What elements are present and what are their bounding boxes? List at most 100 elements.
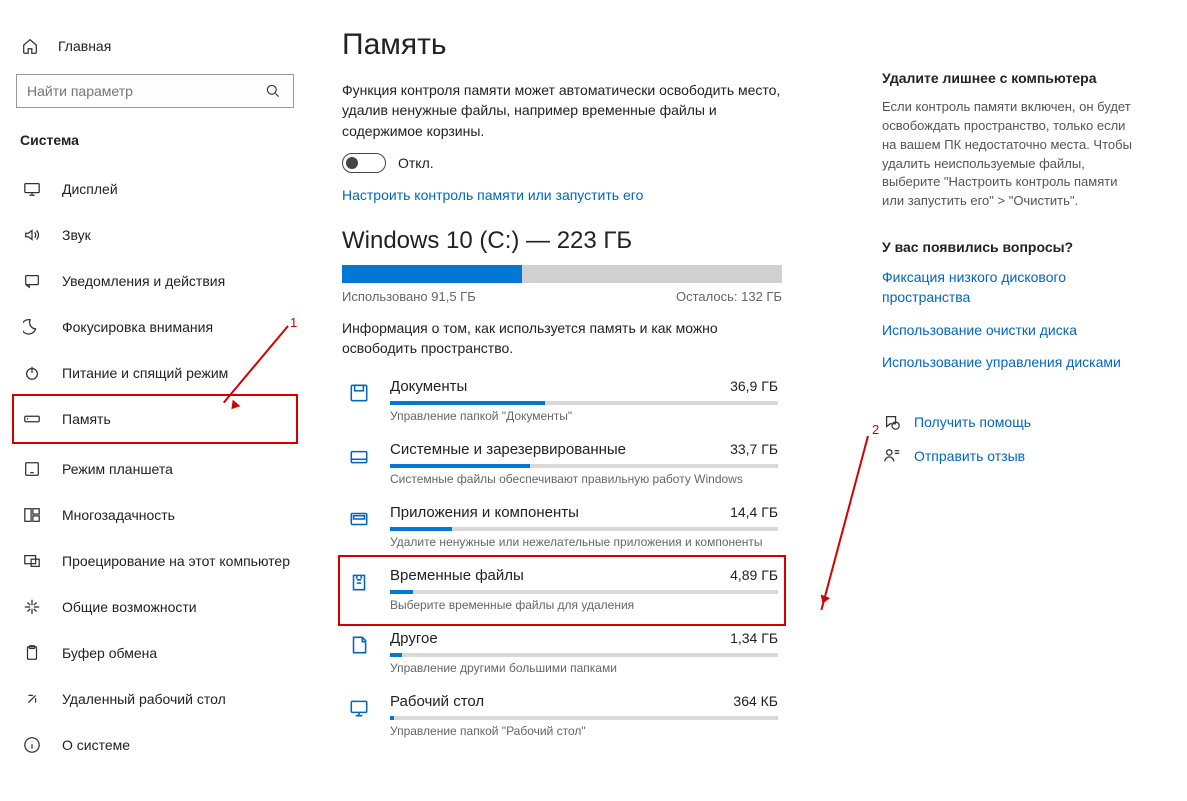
sound-icon — [22, 225, 42, 245]
category-size: 14,4 ГБ — [730, 504, 778, 520]
storage-category-row[interactable]: Временные файлы 4,89 ГБ Выберите временные… — [342, 559, 782, 622]
help-icon — [882, 412, 902, 432]
category-title: Приложения и компоненты — [390, 504, 579, 521]
storage-category-row[interactable]: Рабочий стол 364 КБ Управление папкой "Раб… — [342, 685, 782, 748]
category-size: 36,9 ГБ — [730, 378, 778, 394]
aside-panel: Удалите лишнее с компьютера Если контрол… — [882, 28, 1142, 793]
category-icon — [346, 695, 372, 721]
moon-icon — [22, 317, 42, 337]
category-icon — [346, 569, 372, 595]
annotation-label-2: 2 — [872, 422, 879, 437]
category-bar — [390, 590, 778, 594]
category-icon — [346, 506, 372, 532]
sidebar-item-label: Проецирование на этот компьютер — [62, 553, 290, 569]
category-subtitle: Управление папкой "Рабочий стол" — [390, 724, 778, 738]
category-icon — [346, 632, 372, 658]
feedback-icon — [882, 446, 902, 466]
home-icon — [20, 36, 40, 56]
sidebar-item-display[interactable]: Дисплей — [14, 166, 296, 212]
sidebar-item-sound[interactable]: Звук — [14, 212, 296, 258]
search-input[interactable] — [27, 83, 263, 99]
sidebar-item-label: О системе — [62, 737, 130, 753]
sidebar-item-shared[interactable]: Общие возможности — [14, 584, 296, 630]
search-box[interactable] — [16, 74, 294, 108]
storage-category-row[interactable]: Системные и зарезервированные 33,7 ГБ Сист… — [342, 433, 782, 496]
group-title: Система — [14, 126, 296, 166]
sidebar-item-label: Уведомления и действия — [62, 273, 225, 289]
storage-category-row[interactable]: Другое 1,34 ГБ Управление другими большими… — [342, 622, 782, 685]
category-title: Другое — [390, 630, 438, 647]
drive-header: Windows 10 (C:) — 223 ГБ — [342, 227, 842, 255]
search-icon — [263, 81, 283, 101]
category-title: Временные файлы — [390, 567, 524, 584]
storage-category-row[interactable]: Документы 36,9 ГБ Управление папкой "Докум… — [342, 370, 782, 433]
page-title: Память — [342, 28, 842, 62]
sidebar-item-power[interactable]: Питание и спящий режим — [14, 350, 296, 396]
sidebar-item-label: Многозадачность — [62, 507, 175, 523]
category-bar — [390, 653, 778, 657]
get-help-label: Получить помощь — [914, 414, 1031, 430]
storage-sense-toggle[interactable] — [342, 153, 386, 173]
sidebar-item-label: Память — [62, 411, 111, 427]
category-subtitle: Удалите ненужные или нежелательные прило… — [390, 535, 778, 549]
sidebar-item-label: Удаленный рабочий стол — [62, 691, 226, 707]
power-icon — [22, 363, 42, 383]
category-title: Рабочий стол — [390, 693, 484, 710]
storage-bar-fill — [342, 265, 522, 283]
category-icon — [346, 380, 372, 406]
category-bar — [390, 401, 778, 405]
help-link-disk-cleanup[interactable]: Использование очистки диска — [882, 320, 1142, 340]
sidebar-item-label: Режим планшета — [62, 461, 173, 477]
storage-bar — [342, 265, 782, 283]
sidebar-item-remote[interactable]: Удаленный рабочий стол — [14, 676, 296, 722]
category-bar — [390, 716, 778, 720]
sidebar-item-label: Питание и спящий режим — [62, 365, 228, 381]
category-size: 4,89 ГБ — [730, 567, 778, 583]
tip-text: Если контроль памяти включен, он будет о… — [882, 98, 1142, 211]
sidebar-item-about[interactable]: О системе — [14, 722, 296, 768]
info-icon — [22, 735, 42, 755]
category-subtitle: Управление другими большими папками — [390, 661, 778, 675]
get-help-link[interactable]: Получить помощь — [882, 412, 1142, 432]
toggle-label: Откл. — [398, 155, 434, 171]
storage-used-label: Использовано 91,5 ГБ — [342, 289, 476, 304]
tip-heading: Удалите лишнее с компьютера — [882, 70, 1142, 86]
sidebar-item-clipboard[interactable]: Буфер обмена — [14, 630, 296, 676]
display-icon — [22, 179, 42, 199]
sidebar-item-multitask[interactable]: Многозадачность — [14, 492, 296, 538]
category-title: Системные и зарезервированные — [390, 441, 626, 458]
help-link-low-disk[interactable]: Фиксация низкого дискового пространства — [882, 267, 1142, 308]
questions-heading: У вас появились вопросы? — [882, 239, 1142, 255]
category-size: 1,34 ГБ — [730, 630, 778, 646]
give-feedback-link[interactable]: Отправить отзыв — [882, 446, 1142, 466]
sidebar-item-label: Фокусировка внимания — [62, 319, 213, 335]
category-title: Документы — [390, 378, 467, 395]
sidebar-item-notifications[interactable]: Уведомления и действия — [14, 258, 296, 304]
main-content: Память Функция контроля памяти может авт… — [342, 28, 842, 793]
category-bar — [390, 527, 778, 531]
home-link[interactable]: Главная — [14, 28, 296, 66]
configure-storage-sense-link[interactable]: Настроить контроль памяти или запустить … — [342, 187, 842, 203]
sidebar-item-tablet[interactable]: Режим планшета — [14, 446, 296, 492]
category-subtitle: Управление папкой "Документы" — [390, 409, 778, 423]
storage-category-row[interactable]: Приложения и компоненты 14,4 ГБ Удалите не… — [342, 496, 782, 559]
sidebar-item-projecting[interactable]: Проецирование на этот компьютер — [14, 538, 296, 584]
sidebar-item-label: Общие возможности — [62, 599, 197, 615]
sidebar-item-label: Звук — [62, 227, 91, 243]
storage-sense-description: Функция контроля памяти может автоматиче… — [342, 80, 782, 141]
category-icon — [346, 443, 372, 469]
clipboard-icon — [22, 643, 42, 663]
help-link-disk-mgmt[interactable]: Использование управления дисками — [882, 352, 1142, 372]
category-bar — [390, 464, 778, 468]
storage-icon — [22, 409, 42, 429]
category-subtitle: Выберите временные файлы для удаления — [390, 598, 778, 612]
category-size: 33,7 ГБ — [730, 441, 778, 457]
sidebar-item-storage[interactable]: Память — [14, 396, 296, 442]
category-subtitle: Системные файлы обеспечивают правильную … — [390, 472, 778, 486]
sidebar-item-focus[interactable]: Фокусировка внимания — [14, 304, 296, 350]
multitask-icon — [22, 505, 42, 525]
home-label: Главная — [58, 38, 111, 54]
remote-icon — [22, 689, 42, 709]
share-icon — [22, 597, 42, 617]
category-size: 364 КБ — [733, 693, 778, 709]
